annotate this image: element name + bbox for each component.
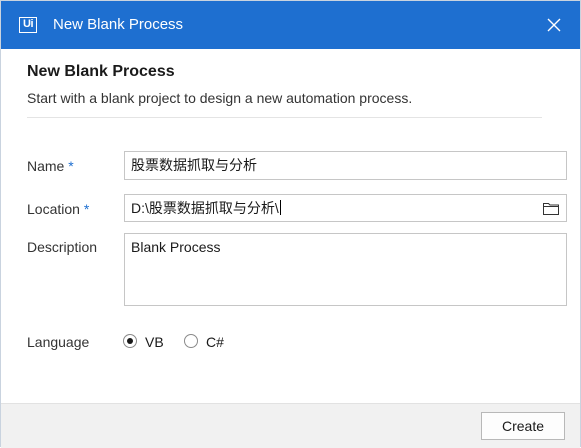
dialog-subheading: Start with a blank project to design a n… [27,90,413,106]
location-label-text: Location [27,201,80,217]
radio-selected-dot [127,338,133,344]
required-asterisk: * [83,201,90,217]
new-blank-process-dialog: Ui New Blank Process New Blank Process S… [0,0,581,448]
name-label-text: Name [27,158,65,174]
window-title: New Blank Process [53,16,184,33]
vb-radio[interactable] [123,334,137,348]
header-divider [27,117,542,118]
uipath-logo-icon: Ui [19,17,37,33]
description-textarea[interactable]: Blank Process [124,233,567,306]
location-input-value: D:\股票数据抓取与分析\ [131,200,279,216]
location-input[interactable]: D:\股票数据抓取与分析\ [124,194,536,222]
folder-icon [543,203,559,215]
location-label: Location * [27,200,89,218]
required-asterisk: * [68,158,74,174]
csharp-radio-label[interactable]: C# [206,333,224,351]
description-label: Description [27,239,98,255]
name-input-value: 股票数据抓取与分析 [131,157,257,173]
text-cursor [279,200,281,215]
create-button[interactable]: Create [481,412,565,440]
close-icon [547,18,561,32]
title-bar[interactable]: Ui New Blank Process [1,1,580,49]
dialog-heading: New Blank Process [27,63,175,80]
name-label: Name * [27,157,74,175]
language-label: Language [27,334,90,350]
vb-radio-label[interactable]: VB [145,333,164,351]
close-button[interactable] [542,13,566,37]
browse-folder-button[interactable] [535,194,567,222]
csharp-radio[interactable] [184,334,198,348]
description-value: Blank Process [131,239,221,255]
name-input[interactable]: 股票数据抓取与分析 [124,151,567,180]
